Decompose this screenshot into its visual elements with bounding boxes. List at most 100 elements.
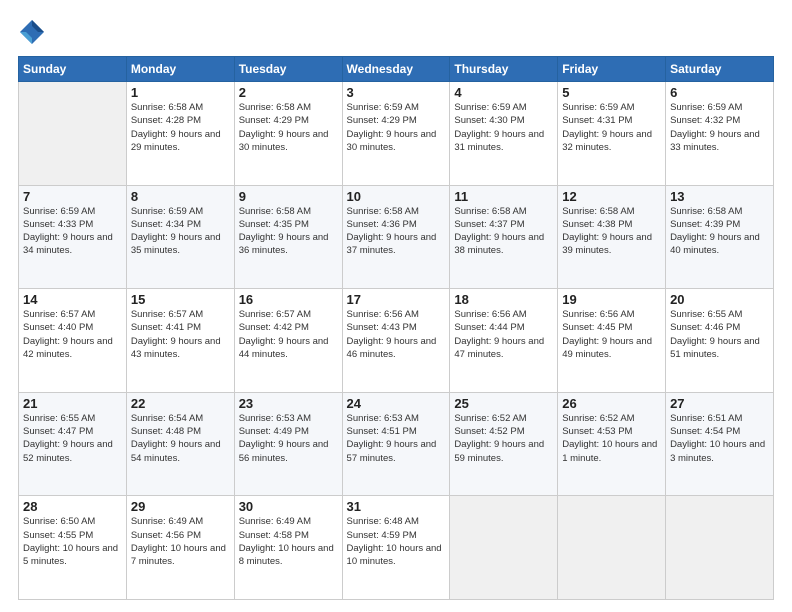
day-number: 24 [347,396,446,411]
day-number: 19 [562,292,661,307]
sunrise-label: Sunrise: 6:48 AM [347,516,419,527]
day-number: 30 [239,499,338,514]
sunrise-label: Sunrise: 6:57 AM [239,309,311,320]
day-info: Sunrise: 6:52 AM Sunset: 4:52 PM Dayligh… [454,412,553,465]
day-number: 16 [239,292,338,307]
calendar-cell: 30 Sunrise: 6:49 AM Sunset: 4:58 PM Dayl… [234,496,342,600]
sunrise-label: Sunrise: 6:58 AM [347,206,419,217]
day-number: 29 [131,499,230,514]
sunset-label: Sunset: 4:54 PM [670,426,740,437]
day-number: 22 [131,396,230,411]
day-number: 27 [670,396,769,411]
sunrise-label: Sunrise: 6:59 AM [670,102,742,113]
day-info: Sunrise: 6:48 AM Sunset: 4:59 PM Dayligh… [347,515,446,568]
sunrise-label: Sunrise: 6:59 AM [131,206,203,217]
sunrise-label: Sunrise: 6:59 AM [23,206,95,217]
sunrise-label: Sunrise: 6:55 AM [670,309,742,320]
day-info: Sunrise: 6:59 AM Sunset: 4:29 PM Dayligh… [347,101,446,154]
sunrise-label: Sunrise: 6:58 AM [131,102,203,113]
daylight-label: Daylight: 9 hours and 33 minutes. [670,129,760,153]
daylight-label: Daylight: 9 hours and 57 minutes. [347,439,437,463]
calendar-cell: 20 Sunrise: 6:55 AM Sunset: 4:46 PM Dayl… [666,289,774,393]
day-info: Sunrise: 6:58 AM Sunset: 4:37 PM Dayligh… [454,205,553,258]
daylight-label: Daylight: 9 hours and 35 minutes. [131,232,221,256]
sunset-label: Sunset: 4:48 PM [131,426,201,437]
calendar-cell [666,496,774,600]
sunset-label: Sunset: 4:40 PM [23,322,93,333]
day-info: Sunrise: 6:59 AM Sunset: 4:30 PM Dayligh… [454,101,553,154]
sunset-label: Sunset: 4:52 PM [454,426,524,437]
day-info: Sunrise: 6:52 AM Sunset: 4:53 PM Dayligh… [562,412,661,465]
calendar-cell: 29 Sunrise: 6:49 AM Sunset: 4:56 PM Dayl… [126,496,234,600]
sunrise-label: Sunrise: 6:58 AM [562,206,634,217]
day-info: Sunrise: 6:56 AM Sunset: 4:45 PM Dayligh… [562,308,661,361]
daylight-label: Daylight: 9 hours and 38 minutes. [454,232,544,256]
day-info: Sunrise: 6:58 AM Sunset: 4:36 PM Dayligh… [347,205,446,258]
day-info: Sunrise: 6:58 AM Sunset: 4:28 PM Dayligh… [131,101,230,154]
sunset-label: Sunset: 4:41 PM [131,322,201,333]
calendar-cell: 11 Sunrise: 6:58 AM Sunset: 4:37 PM Dayl… [450,185,558,289]
day-info: Sunrise: 6:59 AM Sunset: 4:34 PM Dayligh… [131,205,230,258]
sunset-label: Sunset: 4:42 PM [239,322,309,333]
day-info: Sunrise: 6:56 AM Sunset: 4:44 PM Dayligh… [454,308,553,361]
calendar-week-row: 1 Sunrise: 6:58 AM Sunset: 4:28 PM Dayli… [19,82,774,186]
sunset-label: Sunset: 4:43 PM [347,322,417,333]
daylight-label: Daylight: 9 hours and 59 minutes. [454,439,544,463]
calendar-cell: 17 Sunrise: 6:56 AM Sunset: 4:43 PM Dayl… [342,289,450,393]
calendar-cell: 15 Sunrise: 6:57 AM Sunset: 4:41 PM Dayl… [126,289,234,393]
sunset-label: Sunset: 4:34 PM [131,219,201,230]
day-number: 4 [454,85,553,100]
day-number: 8 [131,189,230,204]
daylight-label: Daylight: 9 hours and 46 minutes. [347,336,437,360]
sunrise-label: Sunrise: 6:56 AM [454,309,526,320]
sunset-label: Sunset: 4:47 PM [23,426,93,437]
sunrise-label: Sunrise: 6:52 AM [562,413,634,424]
calendar-day-header: Tuesday [234,57,342,82]
day-info: Sunrise: 6:55 AM Sunset: 4:47 PM Dayligh… [23,412,122,465]
sunset-label: Sunset: 4:53 PM [562,426,632,437]
sunrise-label: Sunrise: 6:58 AM [239,206,311,217]
daylight-label: Daylight: 9 hours and 43 minutes. [131,336,221,360]
day-info: Sunrise: 6:51 AM Sunset: 4:54 PM Dayligh… [670,412,769,465]
calendar-cell: 9 Sunrise: 6:58 AM Sunset: 4:35 PM Dayli… [234,185,342,289]
day-number: 21 [23,396,122,411]
daylight-label: Daylight: 9 hours and 54 minutes. [131,439,221,463]
daylight-label: Daylight: 9 hours and 40 minutes. [670,232,760,256]
daylight-label: Daylight: 9 hours and 42 minutes. [23,336,113,360]
sunrise-label: Sunrise: 6:58 AM [239,102,311,113]
daylight-label: Daylight: 9 hours and 37 minutes. [347,232,437,256]
calendar-week-row: 28 Sunrise: 6:50 AM Sunset: 4:55 PM Dayl… [19,496,774,600]
sunrise-label: Sunrise: 6:57 AM [131,309,203,320]
sunset-label: Sunset: 4:49 PM [239,426,309,437]
sunset-label: Sunset: 4:28 PM [131,115,201,126]
calendar-day-header: Thursday [450,57,558,82]
calendar-cell: 4 Sunrise: 6:59 AM Sunset: 4:30 PM Dayli… [450,82,558,186]
calendar-cell: 8 Sunrise: 6:59 AM Sunset: 4:34 PM Dayli… [126,185,234,289]
sunrise-label: Sunrise: 6:58 AM [670,206,742,217]
logo [18,18,50,46]
sunrise-label: Sunrise: 6:56 AM [562,309,634,320]
sunset-label: Sunset: 4:29 PM [347,115,417,126]
calendar-table: SundayMondayTuesdayWednesdayThursdayFrid… [18,56,774,600]
daylight-label: Daylight: 10 hours and 7 minutes. [131,543,226,567]
sunset-label: Sunset: 4:29 PM [239,115,309,126]
calendar-cell: 16 Sunrise: 6:57 AM Sunset: 4:42 PM Dayl… [234,289,342,393]
daylight-label: Daylight: 9 hours and 31 minutes. [454,129,544,153]
sunset-label: Sunset: 4:33 PM [23,219,93,230]
calendar-cell: 25 Sunrise: 6:52 AM Sunset: 4:52 PM Dayl… [450,392,558,496]
calendar-cell: 5 Sunrise: 6:59 AM Sunset: 4:31 PM Dayli… [558,82,666,186]
day-info: Sunrise: 6:58 AM Sunset: 4:29 PM Dayligh… [239,101,338,154]
sunrise-label: Sunrise: 6:51 AM [670,413,742,424]
daylight-label: Daylight: 9 hours and 44 minutes. [239,336,329,360]
day-number: 25 [454,396,553,411]
day-info: Sunrise: 6:57 AM Sunset: 4:42 PM Dayligh… [239,308,338,361]
daylight-label: Daylight: 9 hours and 29 minutes. [131,129,221,153]
calendar-cell: 3 Sunrise: 6:59 AM Sunset: 4:29 PM Dayli… [342,82,450,186]
day-number: 31 [347,499,446,514]
day-info: Sunrise: 6:59 AM Sunset: 4:32 PM Dayligh… [670,101,769,154]
calendar-week-row: 7 Sunrise: 6:59 AM Sunset: 4:33 PM Dayli… [19,185,774,289]
sunrise-label: Sunrise: 6:54 AM [131,413,203,424]
day-number: 18 [454,292,553,307]
sunset-label: Sunset: 4:31 PM [562,115,632,126]
sunset-label: Sunset: 4:35 PM [239,219,309,230]
